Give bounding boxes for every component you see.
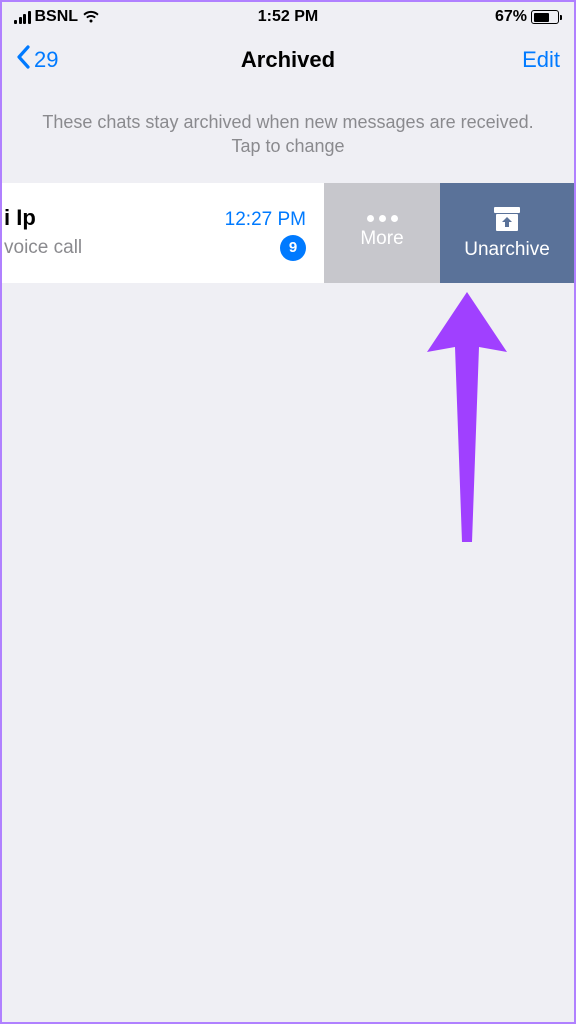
swipe-unarchive-button[interactable]: Unarchive [440,183,574,283]
chat-time: 12:27 PM [225,209,306,231]
unarchive-icon [492,205,522,233]
chat-subtitle: voice call [4,237,82,259]
battery-icon [531,10,562,24]
archive-info-text[interactable]: These chats stay archived when new messa… [2,88,574,183]
back-button[interactable]: 29 [16,45,58,75]
wifi-icon [82,10,100,24]
signal-icon [14,11,31,24]
nav-bar: 29 Archived Edit [2,32,574,88]
status-right: 67% [495,8,562,26]
status-left: BSNL [14,8,100,26]
chat-name: i Ip [4,205,36,231]
carrier-label: BSNL [35,8,79,26]
chat-content[interactable]: i Ip 12:27 PM voice call 9 [2,183,324,283]
swipe-more-label: More [360,228,403,250]
chat-row[interactable]: i Ip 12:27 PM voice call 9 More Unarchiv… [2,183,574,283]
unread-badge: 9 [280,235,306,261]
battery-percent: 67% [495,8,527,26]
status-bar: BSNL 1:52 PM 67% [2,2,574,32]
annotation-arrow-icon [407,292,527,557]
back-count: 29 [34,47,58,73]
edit-button[interactable]: Edit [522,47,560,73]
more-icon [367,215,398,222]
swipe-unarchive-label: Unarchive [464,239,550,261]
swipe-more-button[interactable]: More [324,183,440,283]
status-time: 1:52 PM [258,8,318,26]
chevron-left-icon [16,45,30,75]
page-title: Archived [241,47,335,73]
